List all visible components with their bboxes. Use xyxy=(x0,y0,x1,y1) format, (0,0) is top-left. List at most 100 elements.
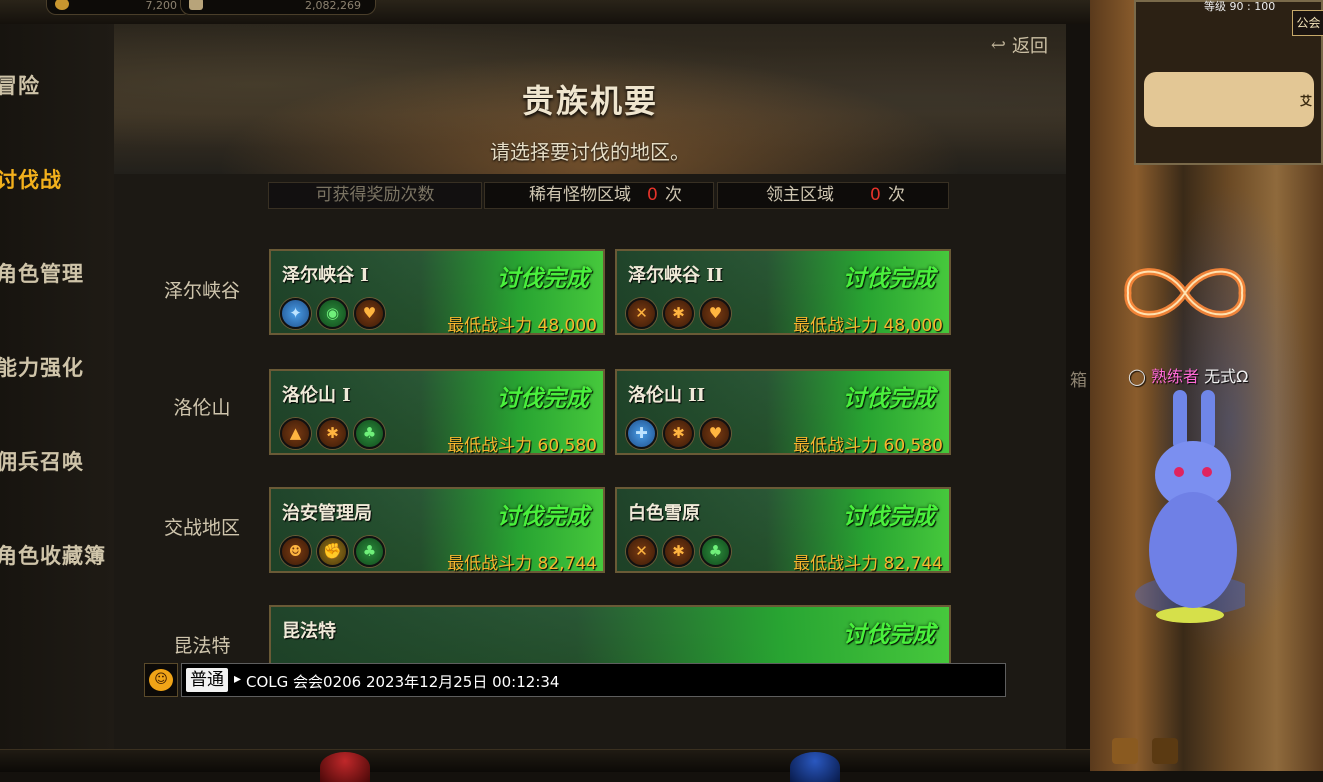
min-power: 最低战斗力 82,744 xyxy=(793,554,943,574)
lord-zone-counter: 领主区域 0 次 xyxy=(717,182,949,209)
min-power: 最低战斗力 48,000 xyxy=(793,316,943,336)
monster-icons: ▲ ✱ ♣ xyxy=(280,418,385,449)
clover-icon: ♣ xyxy=(354,418,385,449)
play-arrow-icon: ▸ xyxy=(234,671,242,687)
heart-icon: ♥ xyxy=(700,418,731,449)
sidebar-nav: 冒险 讨伐战 角色管理 能力强化 佣兵召唤 角色收藏簿 xyxy=(0,24,115,749)
nav-item-ability-enhance[interactable]: 能力强化 xyxy=(0,352,84,382)
house-icon[interactable] xyxy=(1152,738,1178,764)
clear-status: 讨伐完成 xyxy=(497,503,589,530)
bottom-hud xyxy=(0,749,1090,772)
mp-orb-icon xyxy=(790,752,840,782)
monster-icons: ☻ ✊ ♣ xyxy=(280,536,385,567)
nav-item-character-management[interactable]: 角色管理 xyxy=(0,258,84,288)
nav-item-character-collection[interactable]: 角色收藏簿 xyxy=(0,540,106,570)
min-power: 最低战斗力 60,580 xyxy=(447,436,597,456)
monster-icons: ✦ ◉ ♥ xyxy=(280,298,385,329)
clear-status: 讨伐完成 xyxy=(497,265,589,292)
dungeon-name: 泽尔峡谷 I xyxy=(282,265,369,286)
coin-bag-icon xyxy=(189,0,203,10)
nav-item-adventure[interactable]: 冒险 xyxy=(0,70,40,100)
ring-icon: ◯ xyxy=(1128,367,1151,386)
nav-item-raid[interactable]: 讨伐战 xyxy=(0,164,62,194)
region-label: 交战地区 xyxy=(163,517,240,539)
gold-display: 7,200 xyxy=(46,0,192,15)
monster-icons: ✕ ✱ ♥ xyxy=(626,298,731,329)
armor-icon: ▲ xyxy=(280,418,311,449)
clear-status: 讨伐完成 xyxy=(843,265,935,292)
back-label: 返回 xyxy=(1012,36,1048,57)
minimap-place-label: 艾 xyxy=(1300,94,1313,108)
dungeon-name: 泽尔峡谷 II xyxy=(628,265,724,286)
emoticon-button[interactable]: ☺ xyxy=(144,663,178,697)
torch-icon: ✱ xyxy=(663,298,694,329)
back-button[interactable]: ↩ 返回 xyxy=(991,32,1048,58)
dungeon-card[interactable]: 治安管理局 讨伐完成 ☻ ✊ ♣ 最低战斗力 82,744 xyxy=(269,487,605,574)
torch-icon: ✱ xyxy=(317,418,348,449)
clover-icon: ♣ xyxy=(700,536,731,567)
monster-icons: ✕ ✱ ♣ xyxy=(626,536,731,567)
hp-orb-icon xyxy=(320,752,370,782)
region-label: 洛伦山 xyxy=(173,397,231,419)
dungeon-name: 洛伦山 II xyxy=(628,385,706,406)
rare-zone-counter: 稀有怪物区域 0 次 xyxy=(484,182,714,209)
clover-icon: ♣ xyxy=(354,536,385,567)
rabbit-character[interactable] xyxy=(1135,390,1245,630)
monster-icons: ✚ ✱ ♥ xyxy=(626,418,731,449)
crossed-swords-icon: ✕ xyxy=(626,536,657,567)
heart-icon: ♥ xyxy=(354,298,385,329)
torch-icon: ✱ xyxy=(663,418,694,449)
coin-amount: 2,082,269 xyxy=(305,0,361,12)
dungeon-card[interactable]: 洛伦山 II 讨伐完成 ✚ ✱ ♥ 最低战斗力 60,580 xyxy=(615,369,951,456)
dungeon-name: 白色雪原 xyxy=(628,503,700,524)
rare-zone-unit: 次 xyxy=(665,185,682,205)
fist-icon: ✊ xyxy=(317,536,348,567)
infinity-aura-icon xyxy=(1124,268,1246,318)
region-label: 泽尔峡谷 xyxy=(163,280,240,302)
page-title: 贵族机要 xyxy=(521,82,658,120)
clear-status: 讨伐完成 xyxy=(497,385,589,412)
player-title: 熟练者 xyxy=(1151,367,1200,386)
region-label: 昆法特 xyxy=(173,635,231,657)
dungeon-card[interactable]: 白色雪原 讨伐完成 ✕ ✱ ♣ 最低战斗力 82,744 xyxy=(615,487,951,574)
lord-zone-label: 领主区域 xyxy=(766,185,834,205)
chat-channel-selector[interactable]: 普通 xyxy=(186,668,228,692)
crossed-swords-icon: ✕ xyxy=(626,298,657,329)
mask-icon: ☻ xyxy=(280,536,311,567)
player-nameplate: ◯ 熟练者 无式Ω xyxy=(1128,363,1248,387)
dungeon-card[interactable]: 泽尔峡谷 II 讨伐完成 ✕ ✱ ♥ 最低战斗力 48,000 xyxy=(615,249,951,336)
rare-zone-label: 稀有怪物区域 xyxy=(529,185,631,205)
chat-input[interactable] xyxy=(244,666,998,696)
torch-icon: ✱ xyxy=(663,536,694,567)
lord-zone-count: 0 xyxy=(870,185,881,205)
heart-icon: ♥ xyxy=(700,298,731,329)
nav-item-mercenary-summon[interactable]: 佣兵召唤 xyxy=(0,446,84,476)
dungeon-name: 洛伦山 I xyxy=(282,385,351,406)
clear-status: 讨伐完成 xyxy=(843,621,935,648)
chat-bar: 普通 ▸ xyxy=(181,663,1006,697)
minimap-land xyxy=(1144,72,1314,127)
wing-monster-icon: ✦ xyxy=(280,298,311,329)
coin-display: 2,082,269 xyxy=(180,0,376,15)
guild-button[interactable]: 公会 xyxy=(1292,10,1323,36)
dungeon-card[interactable]: 洛伦山 I 讨伐完成 ▲ ✱ ♣ 最低战斗力 60,580 xyxy=(269,369,605,456)
min-power: 最低战斗力 82,744 xyxy=(447,554,597,574)
min-power: 最低战斗力 48,000 xyxy=(447,316,597,336)
page-subtitle: 请选择要讨伐的地区。 xyxy=(490,140,690,164)
min-power: 最低战斗力 60,580 xyxy=(793,436,943,456)
box-label: 箱 xyxy=(1070,371,1087,391)
rare-zone-count: 0 xyxy=(647,185,658,205)
minimap-level: 等级 90 : 100 xyxy=(1204,0,1276,13)
gold-coin-icon xyxy=(55,0,69,10)
eye-icon: ◉ xyxy=(317,298,348,329)
gold-amount: 7,200 xyxy=(145,0,178,12)
dungeon-name: 昆法特 xyxy=(282,621,336,642)
return-arrow-icon: ↩ xyxy=(990,34,1006,56)
smiley-face-icon: ☺ xyxy=(149,669,173,691)
dungeon-card[interactable]: 泽尔峡谷 I 讨伐完成 ✦ ◉ ♥ 最低战斗力 48,000 xyxy=(269,249,605,336)
lord-zone-unit: 次 xyxy=(888,185,905,205)
dungeon-name: 治安管理局 xyxy=(282,503,372,524)
reward-count-label: 可获得奖励次数 xyxy=(268,182,482,209)
currency-bar: 7,200 2,082,269 xyxy=(0,0,1090,24)
crown-icon[interactable] xyxy=(1112,738,1138,764)
